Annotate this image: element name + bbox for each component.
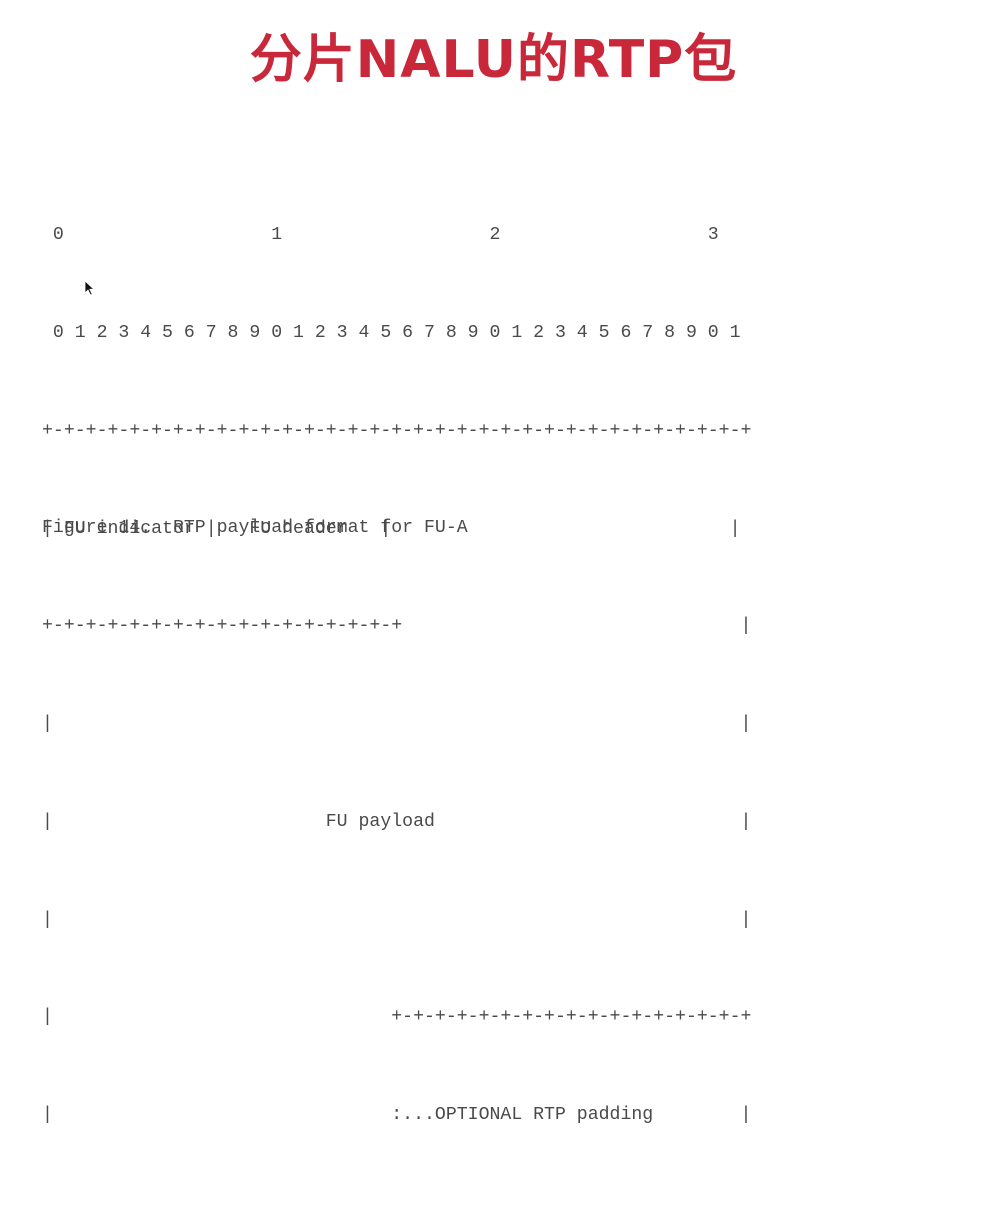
mouse-pointer-icon: [84, 280, 96, 296]
fu-payload-row: | FU payload |: [42, 811, 752, 832]
figure-caption: Figure 14. RTP payload format for FU-A: [42, 518, 468, 538]
slide-title: 分片NALU的RTP包: [249, 30, 738, 90]
header-separator: +-+-+-+-+-+-+-+-+-+-+-+-+-+-+-+-+ |: [42, 616, 752, 637]
optional-padding-row: | :...OPTIONAL RTP padding |: [42, 1105, 752, 1126]
bit-ones-row: 0 1 2 3 4 5 6 7 8 9 0 1 2 3 4 5 6 7 8 9 …: [42, 322, 741, 343]
bottom-border: +-+-+-+-+-+-+-+-+-+-+-+-+-+-+-+-+-+-+-+-…: [42, 1197, 751, 1206]
padding-separator: | +-+-+-+-+-+-+-+-+-+-+-+-+-+-+-+-+: [42, 1007, 752, 1028]
payload-row-3: | |: [42, 909, 752, 930]
payload-row-1: | |: [42, 714, 752, 735]
bit-tens-row: 0 1 2 3: [42, 225, 719, 246]
top-border: +-+-+-+-+-+-+-+-+-+-+-+-+-+-+-+-+-+-+-+-…: [42, 420, 752, 441]
fu-a-packet-diagram: 0 1 2 3 0 1 2 3 4 5 6 7 8 9 0 1 2 3 4 5 …: [42, 154, 751, 1206]
